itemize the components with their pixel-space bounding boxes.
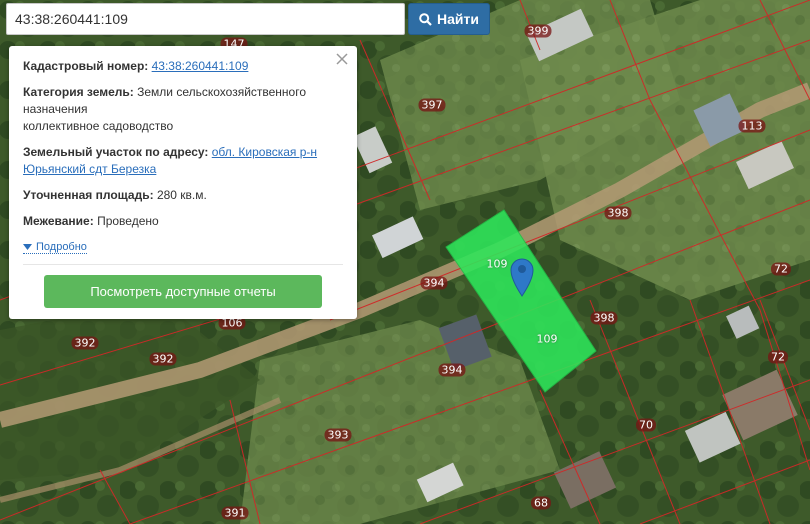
parcel-number-label: 392: [71, 336, 99, 350]
search-icon: [419, 12, 432, 26]
parcel-number-label: 394: [420, 276, 448, 290]
address-link-2[interactable]: Юрьянский сдт Березка: [23, 162, 156, 176]
category-value-1: Земли сельскохозяйственного: [137, 85, 307, 99]
cadastral-link[interactable]: 43:38:260441:109: [152, 59, 249, 73]
parcel-number-label: 398: [604, 206, 632, 220]
parcel-number-label: 393: [324, 428, 352, 442]
survey-value: Проведено: [97, 214, 159, 228]
category-value-2: назначения: [23, 102, 88, 116]
view-reports-button[interactable]: Посмотреть доступные отчеты: [44, 275, 322, 308]
cadastral-row: Кадастровый номер: 43:38:260441:109: [23, 58, 343, 75]
close-icon[interactable]: [335, 52, 349, 66]
parcel-number-label: 72: [768, 350, 788, 364]
parcel-number-label: 394: [438, 363, 466, 377]
popup-divider: [23, 264, 343, 265]
parcel-number-label: 70: [636, 418, 656, 432]
parcel-number-label: 392: [149, 352, 177, 366]
parcel-number-label: 113: [738, 119, 766, 133]
search-button-label: Найти: [437, 11, 479, 27]
address-row: Земельный участок по адресу: обл. Кировс…: [23, 144, 343, 178]
area-label: Уточненная площадь:: [23, 188, 154, 202]
area-value: 280 кв.м.: [156, 188, 207, 202]
parcel-number-label: 109: [536, 332, 558, 346]
parcel-number-label: 391: [221, 506, 249, 520]
area-row: Уточненная площадь: 280 кв.м.: [23, 187, 343, 204]
category-label: Категория земель:: [23, 85, 134, 99]
parcel-number-label: 68: [531, 496, 551, 510]
parcel-number-label: 397: [418, 98, 446, 112]
parcel-number-label: 109: [486, 257, 508, 271]
survey-label: Межевание:: [23, 214, 94, 228]
details-label: Подробно: [36, 241, 87, 253]
category-value-3: коллективное садоводство: [23, 119, 174, 133]
category-row: Категория земель: Земли сельскохозяйстве…: [23, 84, 343, 135]
address-label: Земельный участок по адресу:: [23, 145, 209, 159]
parcel-number-label: 72: [771, 262, 791, 276]
parcel-number-label: 398: [590, 311, 618, 325]
search-button[interactable]: Найти: [408, 3, 490, 35]
parcel-number-label: 399: [524, 24, 552, 38]
search-input[interactable]: 43:38:260441:109: [6, 3, 405, 35]
parcel-info-popup: Кадастровый номер: 43:38:260441:109 Кате…: [9, 46, 357, 319]
details-toggle[interactable]: Подробно: [23, 241, 87, 254]
address-link-1[interactable]: обл. Кировская р-н: [212, 145, 317, 159]
triangle-down-icon: [23, 244, 32, 250]
cadastral-label: Кадастровый номер:: [23, 59, 149, 73]
survey-row: Межевание: Проведено: [23, 213, 343, 230]
